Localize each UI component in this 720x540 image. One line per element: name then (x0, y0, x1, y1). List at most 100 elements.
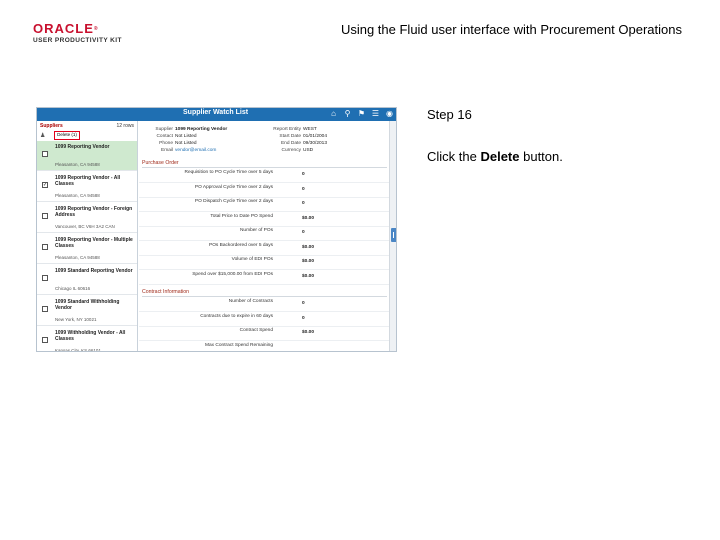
title-bar: Supplier Watch List ⌂ ⚲ ⚑ ☰ ◉ (37, 108, 396, 121)
info-value: WEST (303, 127, 317, 132)
scroll-handle[interactable] (391, 228, 396, 242)
metric-row: Max Contract Spend Remaining (139, 342, 389, 352)
info-label: Contact (156, 134, 173, 139)
list-toolbar: ♟ Delete (1) (40, 131, 136, 140)
vendor-checkbox[interactable] (42, 337, 48, 343)
info-row: Contact Not Listed (143, 133, 227, 140)
vendor-address: Pleasanton, CA 94588 (55, 193, 100, 198)
page-title: Using the Fluid user interface with Proc… (340, 22, 682, 37)
info-row: Supplier 1099 Reporting Vendor (143, 126, 227, 133)
metric-row: Spend over $15,000.00 from EDI POs $0.00 (139, 271, 389, 285)
vendor-list-item[interactable]: 1099 Reporting Vendor - Foreign Address V… (37, 203, 137, 233)
contract-information-heading: Contract Information (142, 289, 189, 295)
vendor-checkbox[interactable] (42, 213, 48, 219)
metric-label: Contract Spend (239, 328, 273, 333)
info-value: Not Listed (175, 134, 197, 139)
vendor-list-item[interactable]: 1099 Standard Withholding Vendor New York… (37, 296, 137, 326)
search-icon[interactable]: ⚲ (343, 109, 352, 119)
info-row: End Date 09/30/2013 (267, 140, 327, 147)
info-label: Supplier (155, 127, 173, 132)
menu-icon[interactable]: ☰ (371, 109, 380, 119)
vendor-name: 1099 Reporting Vendor (55, 144, 110, 150)
info-label: Currency (281, 148, 301, 153)
info-row: Phone Not Listed (143, 140, 227, 147)
person-icon: ♟ (40, 133, 46, 139)
purchase-order-heading: Purchase Order (142, 160, 179, 166)
delete-button[interactable]: Delete (1) (54, 131, 80, 140)
info-label: Start Date (279, 134, 301, 139)
vendor-address: New York, NY 10021 (55, 317, 97, 322)
info-row: Start Date 01/01/2004 (267, 133, 327, 140)
oracle-upk-logo: ORACLE® USER PRODUCTIVITY KIT (33, 21, 133, 45)
vendor-address: Pleasanton, CA 94588 (55, 162, 100, 167)
supplier-detail-panel: Supplier 1099 Reporting Vendor Contact Not … (139, 121, 389, 352)
row-count: 12 rows (116, 123, 134, 129)
metric-value: 0 (302, 315, 305, 321)
metric-row: Total Price to Date PO Spend $0.00 (139, 213, 389, 227)
vendor-name: 1099 Reporting Vendor - Foreign Address (55, 206, 133, 218)
metric-value: $0.00 (302, 273, 315, 279)
app-screenshot: Supplier Watch List ⌂ ⚲ ⚑ ☰ ◉ Suppliers … (36, 107, 397, 352)
vendor-name: 1099 Withholding Vendor - All Classes (55, 330, 126, 342)
metric-value: $0.00 (302, 244, 315, 250)
vendor-address: Vancouver, BC V6H 3A2 CAN (55, 224, 115, 229)
vendor-name: 1099 Standard Withholding Vendor (55, 299, 120, 311)
metric-label: Volume of EDI POs (231, 257, 273, 262)
metric-label: Contracts due to expire in 60 days (200, 313, 273, 319)
metric-label: PO Approval Cycle Time over 2 days (194, 184, 273, 190)
logo-wordmark: ORACLE® (33, 21, 99, 36)
metric-row: PO Dispatch Cycle Time over 2 days 0 (139, 198, 389, 212)
info-row: Report Entity WEST (267, 126, 327, 133)
metric-row: POs Backordered over 5 days $0.00 (139, 242, 389, 256)
vendor-list-item[interactable]: 1099 Reporting Vendor - Multiple Classes… (37, 234, 137, 264)
supplier-list-panel: Suppliers 12 rows ♟ Delete (1) 1099 Repo… (37, 121, 138, 351)
metric-value: 0 (302, 230, 305, 235)
info-value: 1099 Reporting Vendor (175, 127, 228, 132)
metric-value: 0 (302, 172, 305, 177)
info-label: Phone (159, 141, 173, 146)
metric-value: 0 (302, 201, 305, 206)
vendor-checkbox[interactable] (42, 151, 48, 157)
metric-label: Number of Contracts (228, 299, 273, 304)
metric-row: Number of POs 0 (139, 227, 389, 241)
metric-label: Max Contract Spend Remaining (205, 342, 273, 348)
vendor-checkbox[interactable] (42, 306, 48, 312)
metric-value: 0 (302, 186, 305, 192)
vendor-list-item[interactable]: 1099 Standard Reporting Vendor Chicago IL… (37, 265, 137, 295)
vendor-checkbox[interactable]: ✓ (42, 182, 48, 188)
title-bar-icons: ⌂ ⚲ ⚑ ☰ ◉ (329, 109, 394, 119)
info-row: Currency USD (267, 147, 327, 154)
supplier-entity-info: Report Entity WEST Start Date 01/01/2004 End… (267, 126, 327, 154)
info-row: Email vendor@email.com (143, 147, 227, 154)
suppliers-heading: Suppliers (40, 123, 63, 129)
supplier-info: Supplier 1099 Reporting Vendor Contact Not … (143, 126, 227, 154)
metric-value: $0.00 (302, 259, 315, 264)
logo-subtitle: USER PRODUCTIVITY KIT (33, 37, 122, 44)
metric-label: Total Price to Date PO Spend (210, 213, 273, 219)
instruction-text: Click the Delete button. (427, 149, 563, 164)
window-title: Supplier Watch List (183, 109, 249, 116)
vendor-list-item[interactable]: 1099 Withholding Vendor - All Classes Kan… (37, 327, 137, 351)
info-value[interactable]: vendor@email.com (175, 148, 216, 153)
step-number: Step 16 (427, 107, 472, 122)
flag-icon[interactable]: ⚑ (357, 109, 366, 119)
vendor-list-item[interactable]: 1099 Reporting Vendor Pleasanton, CA 9458… (37, 141, 137, 171)
info-label: Email (161, 148, 173, 153)
metric-value: 0 (302, 301, 305, 306)
vendor-checkbox[interactable] (42, 244, 48, 250)
section-divider (142, 296, 387, 297)
navbar-icon[interactable]: ◉ (385, 109, 394, 119)
info-value: 09/30/2013 (303, 141, 328, 146)
section-divider (142, 167, 387, 168)
vertical-scrollbar[interactable] (389, 121, 396, 351)
info-label: End Date (280, 141, 301, 146)
vendor-list-item[interactable]: ✓ 1099 Reporting Vendor - All Classes Plea… (37, 172, 137, 202)
home-icon[interactable]: ⌂ (329, 109, 338, 119)
metric-label: PO Dispatch Cycle Time over 2 days (194, 199, 273, 204)
vendor-checkbox[interactable] (42, 275, 48, 281)
metric-row: Contracts due to expire in 60 days 0 (139, 313, 389, 327)
metric-row: Volume of EDI POs $0.00 (139, 256, 389, 270)
metric-value: $0.00 (302, 215, 315, 221)
vendor-address: Pleasanton, CA 94588 (55, 255, 100, 260)
vendor-address: Chicago IL 60616 (55, 286, 91, 291)
